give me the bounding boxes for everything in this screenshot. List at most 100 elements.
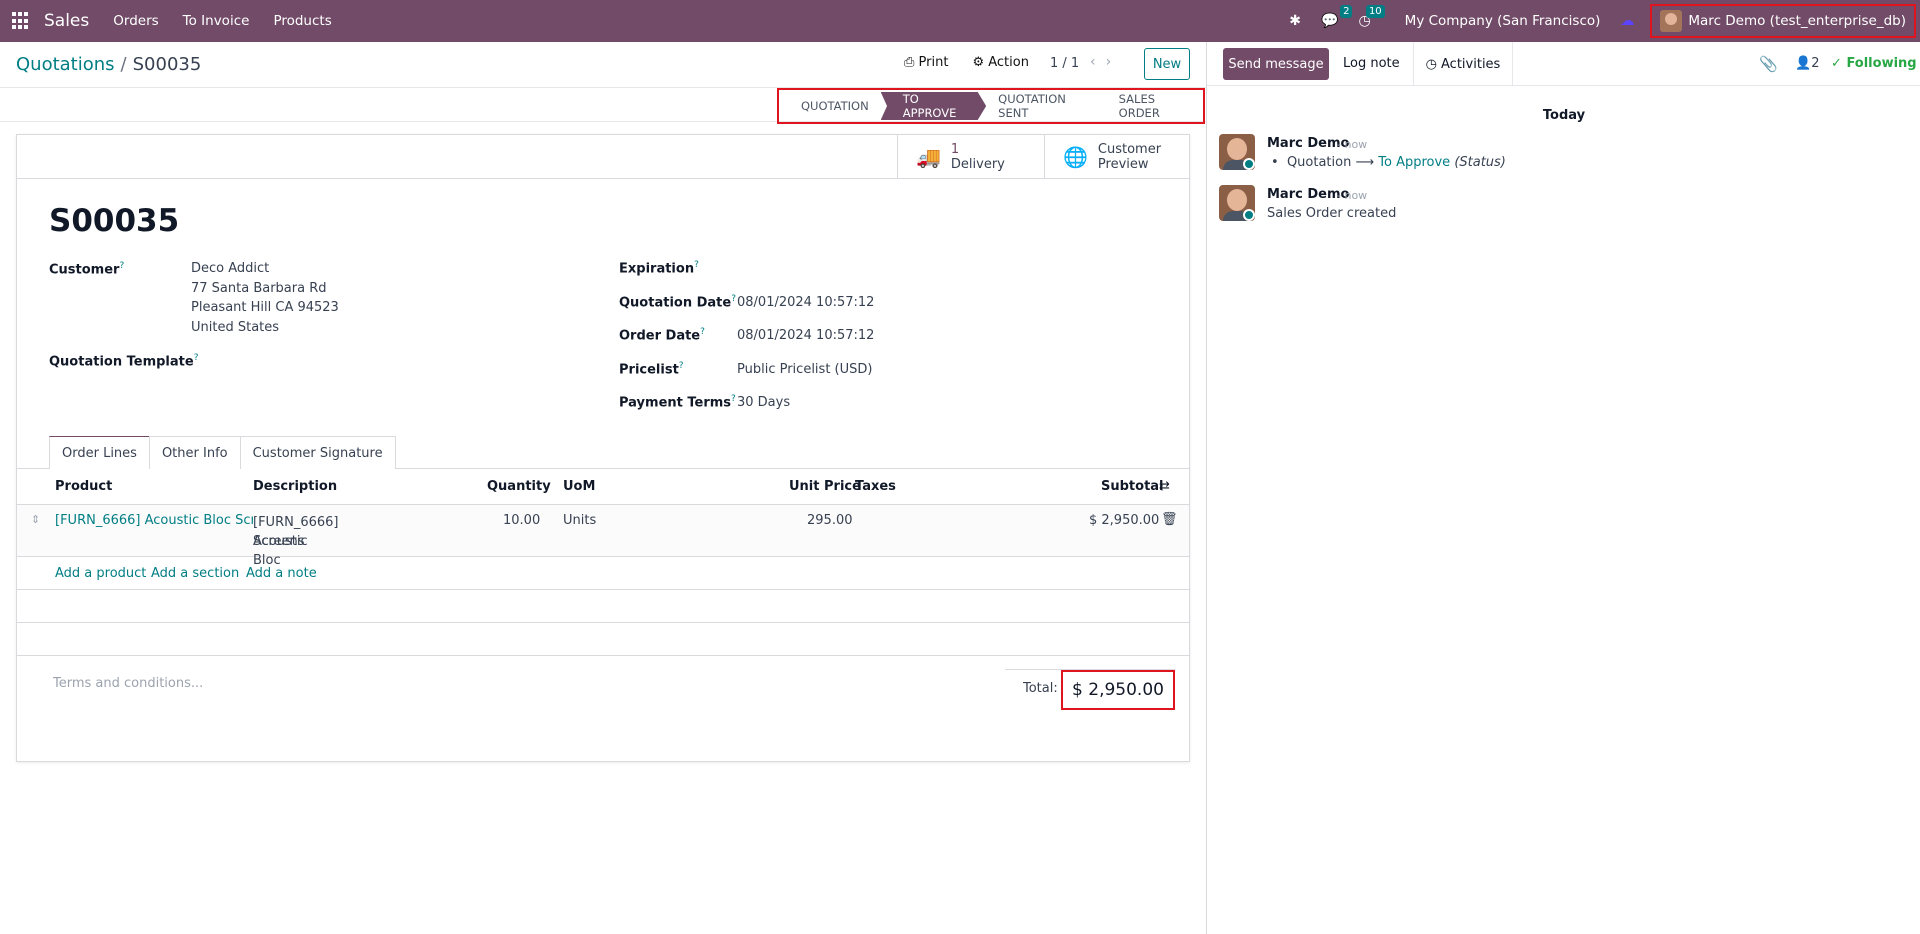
delivery-smart-button[interactable]: 🚚 1 Delivery — [897, 135, 1045, 179]
action-label: Action — [988, 55, 1029, 70]
status-quotation[interactable]: QUOTATION — [779, 92, 881, 120]
followers-count: 2 — [1811, 56, 1820, 71]
breadcrumb-separator: / — [120, 54, 127, 75]
user-menu[interactable]: Marc Demo (test_enterprise_db) — [1650, 4, 1916, 38]
status-bar: QUOTATION TO APPROVE QUOTATION SENT SALE… — [777, 88, 1205, 124]
quotation-date-field[interactable]: 08/01/2024 10:57:12 — [737, 293, 874, 313]
col-uom[interactable]: UoM — [563, 479, 595, 494]
help-mark[interactable]: ? — [694, 260, 699, 270]
status-quotation-sent[interactable]: QUOTATION SENT — [986, 92, 1101, 120]
menu-to-invoice[interactable]: To Invoice — [183, 13, 250, 29]
followers-button[interactable]: 👤2 — [1795, 56, 1819, 71]
line-unit-price[interactable]: 295.00 — [807, 513, 853, 528]
terms-input[interactable]: Terms and conditions... — [53, 676, 203, 691]
preview-line1: Customer — [1097, 142, 1162, 157]
col-unit-price[interactable]: Unit Price — [789, 479, 861, 494]
line-uom[interactable]: Units — [563, 513, 596, 528]
order-date-label-text: Order Date — [619, 328, 701, 344]
empty-row — [17, 623, 1189, 656]
status-to-approve[interactable]: TO APPROVE — [880, 92, 987, 120]
log-note-button[interactable]: Log note — [1343, 56, 1400, 71]
chatter-panel: Send message Log note ◷ Activities 📎 👤2 ✓… — [1206, 42, 1920, 934]
column-settings-icon[interactable]: ⇄ — [1159, 479, 1170, 494]
help-mark[interactable]: ? — [700, 327, 705, 337]
activities-label: Activities — [1441, 56, 1501, 72]
activities-clock-icon[interactable]: ◷ 10 — [1358, 5, 1385, 29]
pricelist-field[interactable]: Public Pricelist (USD) — [737, 360, 872, 380]
pager-value[interactable]: 1 / 1 — [1050, 56, 1079, 71]
print-button[interactable]: ⎙ Print — [904, 55, 948, 70]
send-message-button[interactable]: Send message — [1223, 48, 1329, 80]
customer-street: 77 Santa Barbara Rd — [191, 281, 327, 296]
trash-icon[interactable]: 🗑 — [1161, 512, 1178, 527]
gear-icon: ⚙ — [972, 55, 985, 70]
help-mark[interactable]: ? — [119, 261, 124, 271]
menu-orders[interactable]: Orders — [113, 13, 158, 29]
line-product[interactable]: [FURN_6666] Acoustic Bloc Scree — [55, 513, 253, 528]
paperclip-icon[interactable]: 📎 — [1759, 55, 1778, 73]
template-label-text: Quotation Template — [49, 354, 194, 370]
tracking-value: • Quotation ⟶ To Approve (Status) — [1271, 155, 1506, 170]
add-note-link[interactable]: Add a note — [246, 566, 317, 581]
activities-button[interactable]: ◷ Activities — [1413, 42, 1513, 86]
messages-icon[interactable]: 💬 2 — [1321, 5, 1353, 29]
debug-bug-icon[interactable]: ✱ — [1289, 13, 1301, 29]
quotation-date-label: Quotation Date? — [619, 294, 736, 310]
line-description-2: Screens — [253, 534, 305, 549]
empty-row — [17, 590, 1189, 623]
print-label: Print — [918, 55, 949, 70]
breadcrumb-quotations[interactable]: Quotations — [16, 54, 115, 75]
help-mark[interactable]: ? — [194, 353, 199, 363]
total-amount: $ 2,950.00 — [1061, 670, 1175, 710]
app-name[interactable]: Sales — [44, 11, 89, 31]
col-description[interactable]: Description — [253, 479, 337, 494]
order-date-field[interactable]: 08/01/2024 10:57:12 — [737, 326, 874, 346]
customer-field[interactable]: Deco Addict 77 Santa Barbara Rd Pleasant… — [191, 259, 339, 338]
company-switcher[interactable]: My Company (San Francisco) — [1405, 13, 1601, 29]
chevron-left-icon[interactable]: ‹ — [1090, 54, 1106, 70]
line-quantity[interactable]: 10.00 — [503, 513, 540, 528]
add-section-link[interactable]: Add a section — [151, 566, 239, 581]
total-label: Total: — [1023, 681, 1058, 696]
order-date-label: Order Date? — [619, 327, 705, 343]
breadcrumb: Quotations / S00035 — [16, 54, 201, 75]
smart-button-box: 🚚 1 Delivery 🌐 Customer Preview — [17, 135, 1189, 179]
message-time: - now — [1337, 189, 1368, 202]
action-button[interactable]: ⚙ Action — [972, 55, 1029, 70]
col-quantity[interactable]: Quantity — [487, 479, 551, 494]
pricelist-label-text: Pricelist — [619, 362, 679, 378]
new-button[interactable]: New — [1144, 48, 1190, 80]
payment-terms-label: Payment Terms? — [619, 394, 736, 410]
payment-terms-label-text: Payment Terms — [619, 395, 732, 411]
customer-preview-button[interactable]: 🌐 Customer Preview — [1044, 135, 1189, 179]
apps-menu-icon[interactable] — [12, 12, 30, 30]
tab-customer-signature[interactable]: Customer Signature — [239, 436, 396, 469]
tab-order-lines[interactable]: Order Lines — [49, 436, 150, 469]
add-line-row: Add a product Add a section Add a note — [17, 557, 1189, 590]
menu-products[interactable]: Products — [273, 13, 331, 29]
quotation-date-label-text: Quotation Date — [619, 295, 732, 311]
col-subtotal[interactable]: Subtotal — [1101, 479, 1164, 494]
drag-handle-icon[interactable]: ⇕ — [31, 513, 40, 526]
following-button[interactable]: ✓ Following — [1831, 56, 1917, 71]
tab-other-info[interactable]: Other Info — [148, 436, 241, 469]
message-body: Sales Order created — [1267, 206, 1397, 221]
form-sheet: 🚚 1 Delivery 🌐 Customer Preview S00035 C… — [16, 134, 1190, 762]
cloud-icon[interactable]: ☁ — [1620, 13, 1634, 29]
payment-terms-field[interactable]: 30 Days — [737, 393, 790, 413]
help-mark[interactable]: ? — [731, 294, 736, 304]
col-product[interactable]: Product — [55, 479, 112, 494]
help-mark[interactable]: ? — [679, 361, 684, 371]
globe-icon: 🌐 — [1063, 145, 1088, 169]
table-row[interactable]: ⇕ [FURN_6666] Acoustic Bloc Scree [FURN_… — [17, 505, 1189, 568]
truck-icon: 🚚 — [916, 145, 941, 169]
help-mark[interactable]: ? — [731, 394, 736, 404]
user-avatar — [1660, 10, 1683, 32]
tracking-new: To Approve — [1378, 155, 1451, 170]
add-product-link[interactable]: Add a product — [55, 566, 146, 581]
check-icon: ✓ — [1831, 56, 1842, 71]
col-taxes[interactable]: Taxes — [855, 479, 896, 494]
chevron-right-icon[interactable]: › — [1106, 54, 1122, 70]
record-title: S00035 — [49, 203, 180, 239]
status-sales-order[interactable]: SALES ORDER — [1101, 92, 1203, 120]
